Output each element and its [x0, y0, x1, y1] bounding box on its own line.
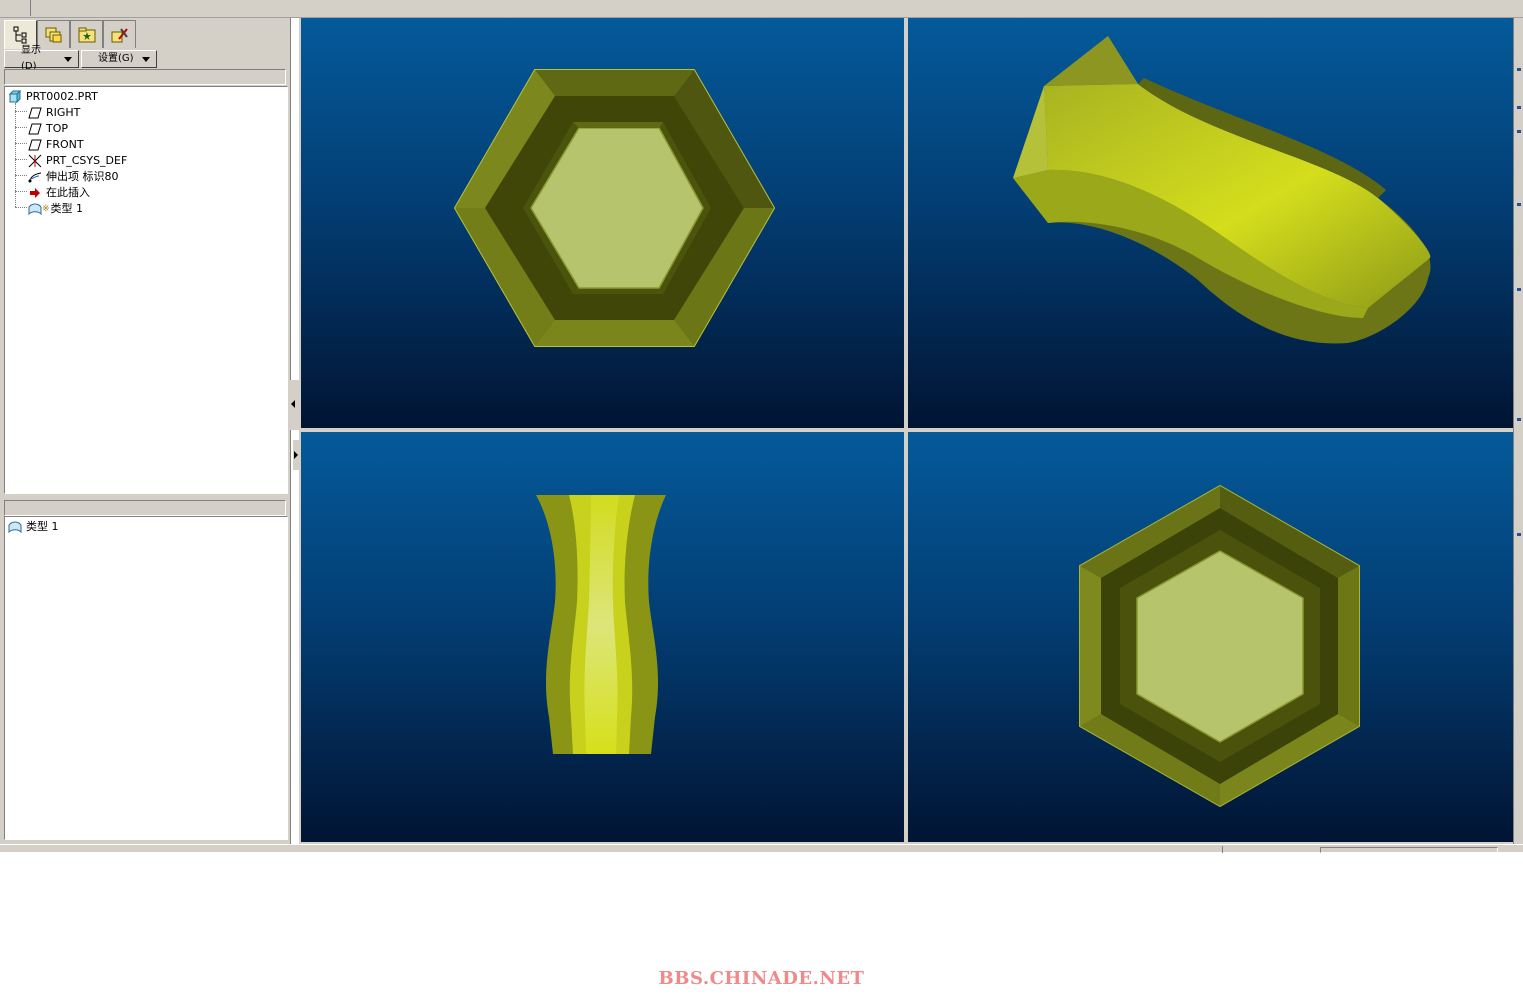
coordinate-system-icon	[27, 154, 43, 168]
watermark-text: BBS.CHINADE.NET	[658, 968, 865, 989]
tree-item-label: 在此插入	[46, 186, 90, 199]
chevron-left-icon	[291, 400, 295, 408]
tree-item-insert-here[interactable]: 在此插入	[27, 185, 90, 201]
model-tree[interactable]: PRT0002.PRT RIGHT TOP FRONT PRT_CSYS_DEF…	[4, 86, 288, 494]
graphics-window	[299, 18, 1513, 844]
tree-root-label: PRT0002.PRT	[26, 90, 98, 103]
datum-plane-icon	[27, 106, 43, 120]
tree-column-header[interactable]	[4, 69, 286, 85]
application-window: 显示(D) 设置(G) PRT0002.PRT RIGHT TOP FRONT …	[0, 0, 1523, 1000]
tree-item-label: 伸出项 标识80	[46, 170, 119, 183]
chevron-right-icon	[294, 451, 298, 459]
tree-item-label: PRT_CSYS_DEF	[46, 154, 128, 167]
protrusion-icon	[27, 170, 43, 184]
hexagonal-vase-top-view	[453, 69, 776, 347]
status-filter-field[interactable]	[1320, 847, 1498, 853]
viewport-bottom-view[interactable]	[908, 432, 1513, 842]
viewport-top-view[interactable]	[301, 18, 904, 428]
datum-plane-icon	[27, 138, 43, 152]
tree-item-label: RIGHT	[46, 106, 81, 119]
display-menu-button[interactable]: 显示(D)	[4, 45, 79, 72]
viewport-front-view[interactable]	[301, 432, 904, 842]
detail-item-label: 类型 1	[26, 520, 59, 533]
datum-plane-icon	[27, 122, 43, 136]
tree-item-label: 类型 1	[50, 202, 84, 215]
settings-menu-button[interactable]: 设置(G)	[81, 50, 157, 68]
tree-item-label: FRONT	[46, 138, 84, 151]
tools-icon	[111, 27, 128, 42]
detail-tree-header[interactable]	[4, 500, 286, 516]
star-marker-icon: ※	[42, 204, 50, 214]
tree-root-item[interactable]: PRT0002.PRT	[7, 89, 98, 105]
insert-here-arrow-icon	[27, 186, 43, 200]
hexagonal-vase-bottom-view	[1079, 484, 1360, 808]
viewport-isometric-view[interactable]	[908, 18, 1513, 428]
navigator-panel: 显示(D) 设置(G) PRT0002.PRT RIGHT TOP FRONT …	[0, 18, 291, 844]
settings-menu-label: 设置(G)	[98, 53, 134, 64]
favorites-tab[interactable]	[70, 20, 103, 48]
hexagonal-vase-front-view	[536, 495, 666, 754]
tree-item-csys[interactable]: PRT_CSYS_DEF	[27, 153, 127, 169]
top-toolbar	[0, 0, 1523, 18]
detail-item-type1[interactable]: 类型 1	[7, 519, 59, 535]
tree-item-protrusion[interactable]: 伸出项 标识80	[27, 169, 119, 185]
type-feature-icon	[27, 202, 43, 216]
chevron-down-icon	[141, 56, 150, 62]
status-bar	[0, 844, 1523, 853]
tree-item-label: TOP	[46, 122, 69, 135]
tree-item-top[interactable]: TOP	[27, 121, 68, 137]
chevron-down-icon	[64, 56, 72, 62]
hexagonal-vase-isometric	[1013, 36, 1431, 344]
tree-item-right[interactable]: RIGHT	[27, 105, 80, 121]
tree-item-type1[interactable]: ※ 类型 1	[27, 201, 83, 217]
tools-tab[interactable]	[103, 20, 136, 48]
tree-item-front[interactable]: FRONT	[27, 137, 84, 153]
right-toolbar	[1513, 18, 1523, 844]
model-tree-icon	[13, 26, 26, 44]
navigator-menu-buttons: 显示(D) 设置(G)	[4, 45, 157, 72]
folder-star-icon	[78, 27, 95, 42]
panel-collapse-handle[interactable]	[289, 380, 299, 430]
detail-tree[interactable]: 类型 1	[4, 516, 288, 840]
type-feature-icon	[7, 520, 23, 534]
part-icon	[7, 90, 23, 104]
layers-icon	[45, 27, 61, 42]
